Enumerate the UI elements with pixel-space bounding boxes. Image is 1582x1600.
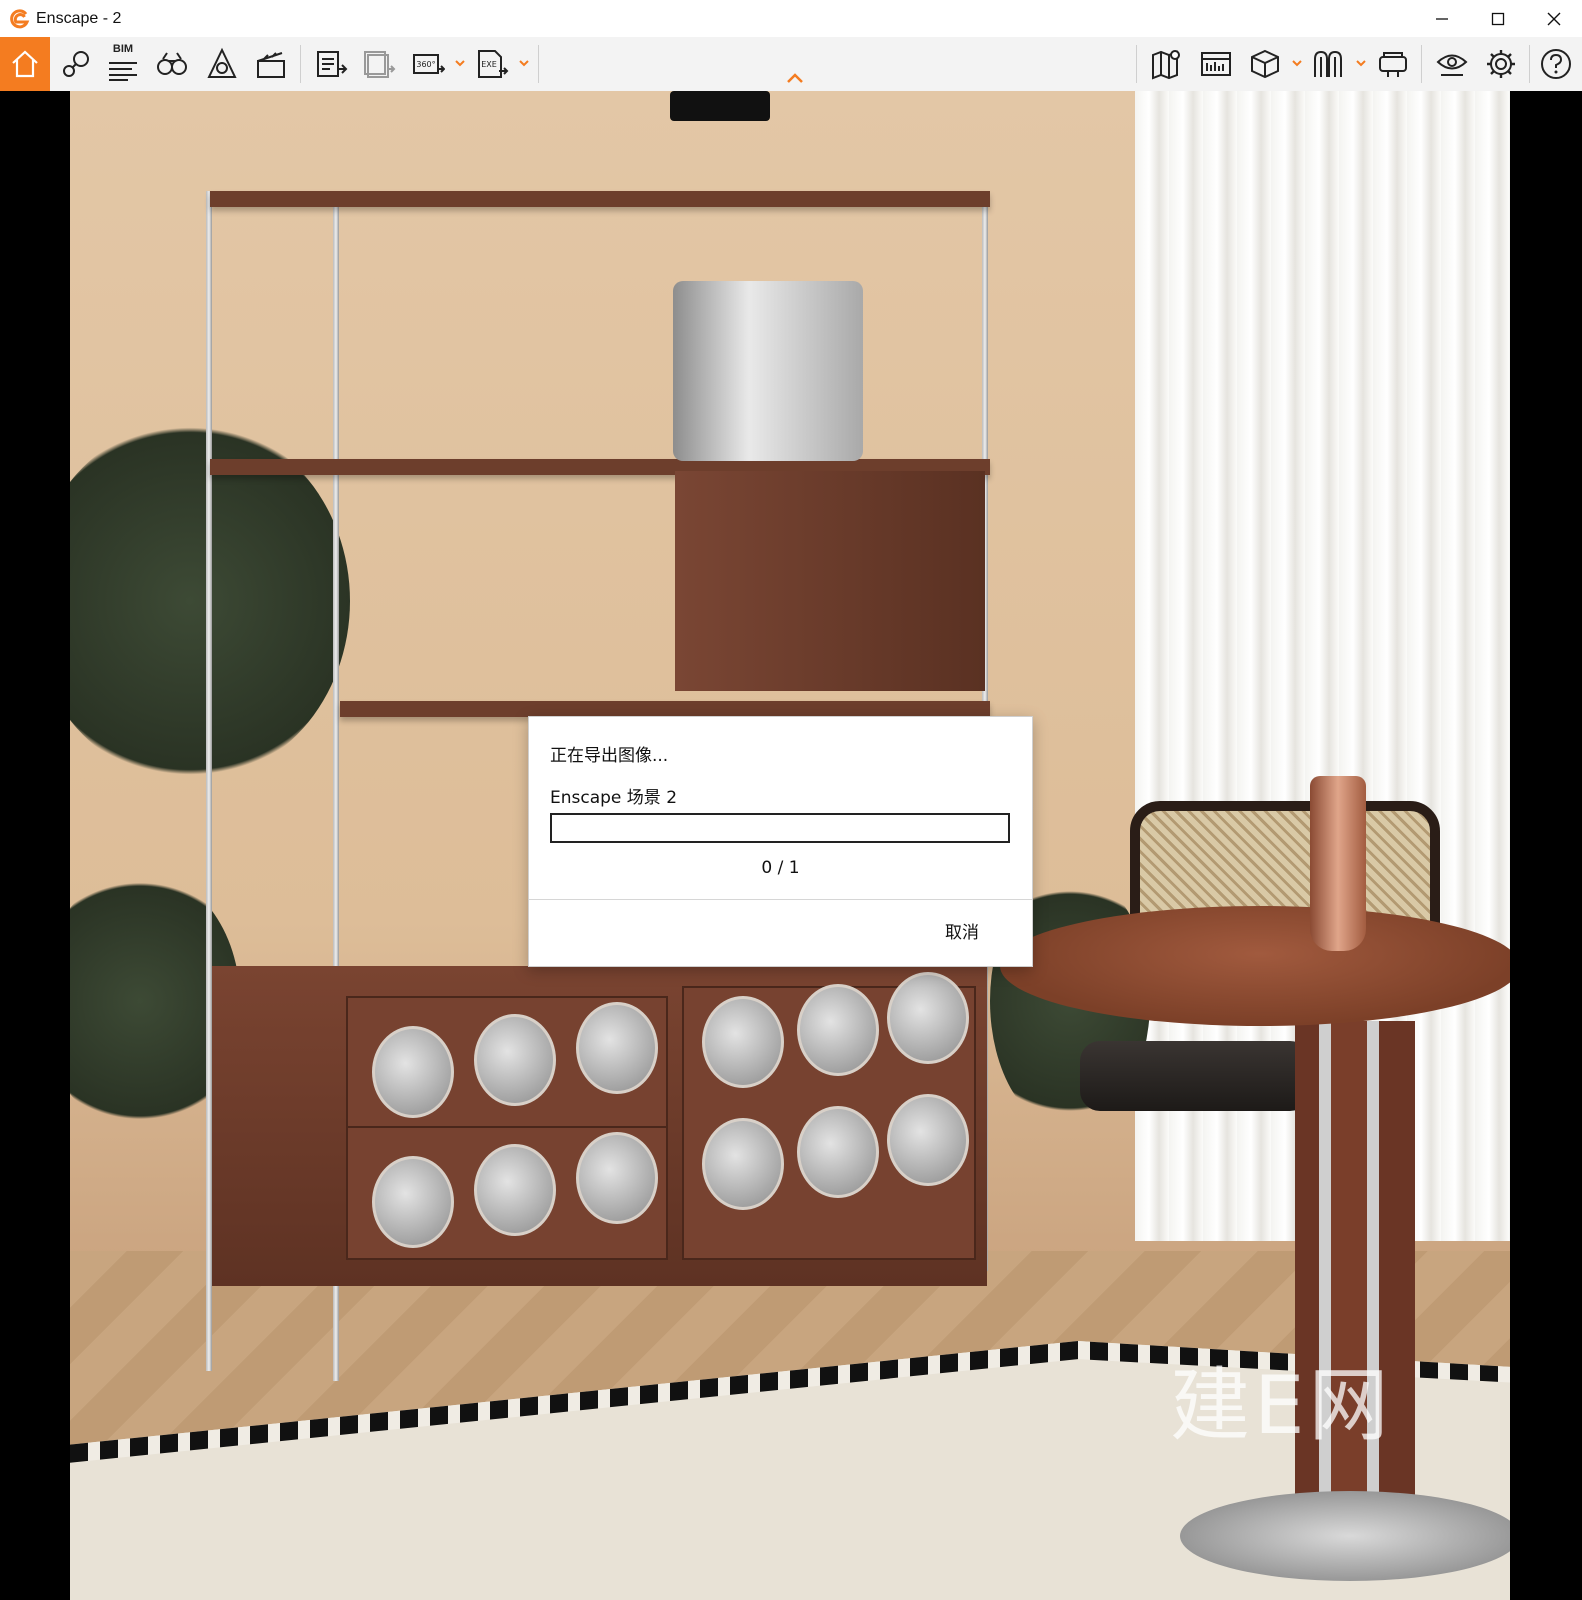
close-icon — [1547, 12, 1561, 25]
panorama-label: 360° — [416, 60, 435, 69]
bim-button[interactable]: BIM — [101, 43, 145, 85]
panorama-360-icon: 360° — [413, 54, 445, 74]
maximize-icon — [1491, 12, 1505, 25]
enscape-logo-icon — [10, 8, 30, 28]
round-table-top — [1000, 906, 1510, 1026]
site-context-button[interactable] — [200, 43, 244, 85]
export-exe-label: EXE — [481, 60, 497, 69]
chevron-down-icon[interactable] — [454, 57, 466, 69]
watermark-text: 建E网 — [1170, 1359, 1393, 1452]
collaborate-button[interactable] — [1306, 43, 1350, 85]
minimize-icon — [1436, 17, 1448, 20]
table-base — [1180, 1491, 1510, 1581]
views-panel-icon — [1201, 52, 1231, 76]
porthole-window — [702, 996, 784, 1088]
help-button[interactable] — [1534, 43, 1578, 85]
key-search-icon — [63, 51, 89, 77]
window-controls — [1414, 0, 1582, 37]
chevron-down-icon[interactable] — [518, 57, 530, 69]
espresso-machine — [673, 281, 863, 461]
views-button[interactable] — [1194, 43, 1238, 85]
toolbar-separator — [300, 45, 301, 83]
porthole-window — [887, 1094, 969, 1186]
porthole-window — [887, 972, 969, 1064]
close-button[interactable] — [1526, 0, 1582, 37]
sideboard-cabinet — [212, 966, 987, 1286]
table-pedestal — [1295, 1021, 1415, 1541]
panorama-button[interactable]: 360° — [406, 43, 450, 85]
dialog-divider — [529, 899, 1032, 900]
porthole-window — [474, 1144, 556, 1236]
binoculars-button[interactable] — [150, 43, 194, 85]
bim-label: BIM — [112, 43, 134, 55]
chair-seat — [1080, 1041, 1310, 1111]
export-exe-icon: EXE — [478, 50, 509, 78]
render-image-button[interactable] — [309, 43, 353, 85]
toolbar-separator — [1136, 45, 1137, 83]
vr-headset-button[interactable] — [1371, 43, 1415, 85]
window-title: Enscape - 2 — [36, 9, 122, 27]
clapperboard-icon — [257, 52, 285, 78]
minimize-button[interactable] — [1414, 0, 1470, 37]
cube-button[interactable] — [1243, 43, 1287, 85]
visual-settings-button[interactable] — [1430, 43, 1474, 85]
home-button[interactable] — [0, 37, 50, 91]
help-icon — [1541, 49, 1571, 79]
batch-render-button[interactable] — [357, 43, 401, 85]
compass-icon — [207, 47, 237, 78]
porthole-window — [702, 1118, 784, 1210]
export-counter: 0 / 1 — [761, 858, 800, 878]
map-pin-icon — [1152, 50, 1180, 80]
porthole-window — [372, 1026, 454, 1118]
title-bar: Enscape - 2 — [0, 0, 1582, 37]
cube-icon — [1251, 49, 1279, 79]
porthole-window — [576, 1132, 658, 1224]
map-button[interactable] — [1145, 43, 1189, 85]
shelf-board-lower — [340, 701, 990, 717]
settings-button[interactable] — [1479, 43, 1523, 85]
copper-vase — [1310, 776, 1366, 951]
porthole-window — [797, 984, 879, 1076]
dialog-title: 正在导出图像... — [550, 746, 669, 766]
export-progress-bar — [550, 813, 1010, 843]
export-progress-dialog: 正在导出图像... Enscape 场景 2 0 / 1 取消 — [528, 716, 1033, 967]
chevron-down-icon[interactable] — [1291, 57, 1303, 69]
toolbar-separator — [1529, 45, 1530, 83]
export-exe-button[interactable]: EXE — [470, 43, 514, 85]
toolbar-separator — [1421, 45, 1422, 83]
collaborate-icon — [1314, 50, 1342, 77]
vr-headset-icon — [1379, 52, 1407, 77]
shelf-board-top — [210, 191, 990, 207]
asset-library-button[interactable] — [54, 43, 98, 85]
gear-icon — [1487, 50, 1515, 78]
porthole-window — [797, 1106, 879, 1198]
video-editor-button[interactable] — [249, 43, 293, 85]
toolbar-separator — [538, 45, 539, 83]
flip-clock — [670, 91, 770, 121]
binoculars-icon — [157, 52, 187, 75]
porthole-window — [372, 1156, 454, 1248]
home-icon — [12, 50, 38, 78]
eye-settings-icon — [1436, 54, 1468, 76]
porthole-window — [576, 1002, 658, 1094]
batch-render-icon — [364, 51, 396, 78]
chevron-down-icon[interactable] — [1355, 57, 1367, 69]
porthole-window — [474, 1014, 556, 1106]
upper-cabinet — [675, 471, 985, 691]
cancel-button[interactable]: 取消 — [932, 915, 992, 949]
maximize-button[interactable] — [1470, 0, 1526, 37]
render-image-icon — [317, 51, 348, 77]
scene-name: Enscape 场景 2 — [550, 788, 678, 808]
chevron-up-icon[interactable] — [786, 72, 804, 84]
